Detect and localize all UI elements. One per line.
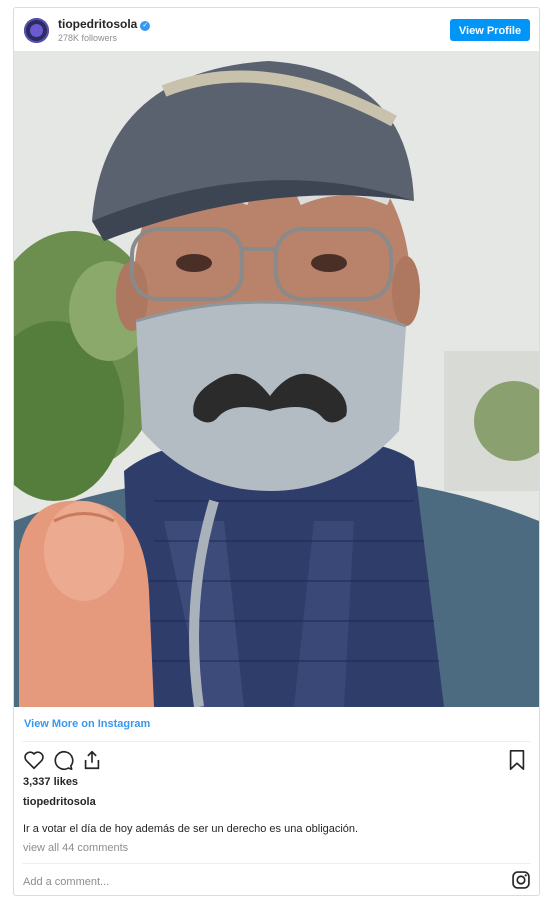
- caption-text: Ir a votar el día de hoy además de ser u…: [23, 823, 359, 835]
- comment-icon[interactable]: [52, 749, 74, 771]
- username[interactable]: tiopedritosola ✓: [58, 17, 151, 31]
- heart-icon[interactable]: [23, 749, 45, 771]
- instagram-embed: tiopedritosola ✓ 278K followers View Prof…: [13, 7, 540, 896]
- instagram-icon[interactable]: [511, 870, 531, 890]
- photo-illustration: [14, 51, 539, 707]
- view-profile-button[interactable]: View Profile: [450, 19, 530, 41]
- action-bar: [23, 749, 528, 771]
- follower-count: 278K followers: [58, 33, 118, 43]
- avatar[interactable]: [24, 18, 49, 43]
- divider: [22, 741, 531, 742]
- avatar-image: [30, 24, 43, 37]
- username-text[interactable]: tiopedritosola: [58, 17, 137, 31]
- verified-icon: ✓: [140, 21, 151, 31]
- caption-username[interactable]: tiopedritosola: [23, 796, 96, 808]
- share-icon[interactable]: [81, 749, 103, 771]
- post-image[interactable]: [14, 51, 539, 707]
- add-comment-input[interactable]: Add a comment...: [23, 876, 109, 888]
- like-count[interactable]: 3,337 likes: [23, 776, 78, 788]
- post-header: tiopedritosola ✓ 278K followers View Prof…: [14, 8, 539, 52]
- divider: [22, 863, 531, 864]
- view-comments-link[interactable]: view all 44 comments: [23, 842, 128, 854]
- bookmark-icon[interactable]: [506, 749, 528, 771]
- view-more-link[interactable]: View More on Instagram: [24, 718, 150, 730]
